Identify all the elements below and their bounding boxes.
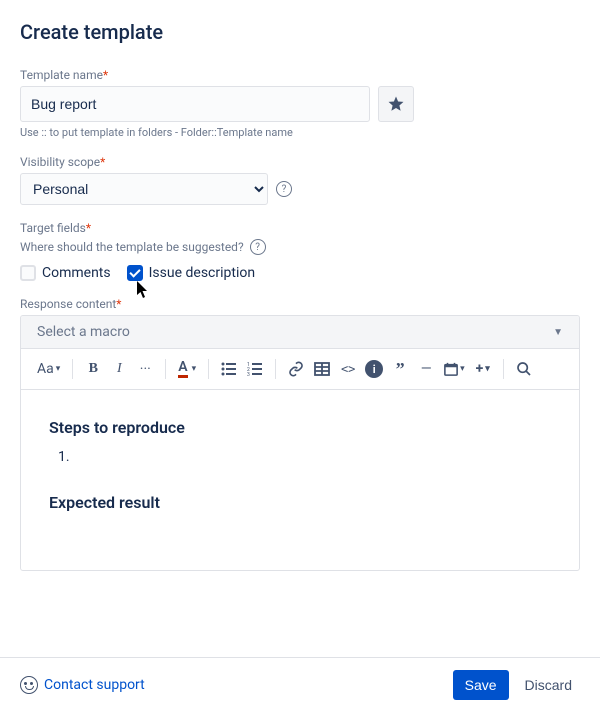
required-asterisk: *	[103, 68, 108, 82]
bullet-list-button[interactable]	[217, 355, 241, 383]
required-asterisk: *	[86, 221, 91, 235]
bold-button[interactable]: B	[81, 355, 105, 383]
link-button[interactable]	[284, 355, 308, 383]
required-asterisk: *	[100, 155, 105, 169]
response-content-group: Response content* Select a macro ▼ Aa▾ B…	[20, 297, 580, 571]
more-formatting-button[interactable]: ···	[133, 355, 157, 383]
save-button[interactable]: Save	[453, 670, 509, 700]
editor-heading: Expected result	[49, 493, 551, 512]
template-name-group: Template name* Use :: to put template in…	[20, 68, 580, 139]
macro-placeholder: Select a macro	[37, 324, 130, 340]
quote-button[interactable]: ”	[388, 355, 412, 383]
table-button[interactable]	[310, 355, 334, 383]
code-button[interactable]: <>	[336, 355, 360, 383]
editor-content[interactable]: Steps to reproduce Expected result	[21, 390, 579, 570]
template-name-hint: Use :: to put template in folders - Fold…	[20, 126, 580, 139]
date-button[interactable]: ▾	[440, 355, 469, 383]
smiley-icon	[20, 676, 38, 694]
separator	[503, 359, 504, 379]
macro-select[interactable]: Select a macro ▼	[21, 316, 579, 349]
contact-support-link[interactable]: Contact support	[20, 676, 145, 694]
target-fields-hint: Where should the template be suggested? …	[20, 239, 580, 255]
table-icon	[314, 361, 330, 377]
numbered-list-icon: 123	[247, 361, 263, 377]
text-color-button[interactable]: A▾	[174, 355, 200, 383]
label-text: Template name	[20, 68, 103, 82]
search-icon	[516, 361, 532, 377]
dialog-footer: Contact support Save Discard	[0, 657, 600, 712]
separator	[165, 359, 166, 379]
target-fields-label: Target fields*	[20, 221, 580, 235]
contact-label: Contact support	[44, 677, 145, 693]
checkbox-label: Comments	[42, 265, 111, 281]
editor-toolbar: Aa▾ B I ··· A▾ 123	[21, 349, 579, 390]
star-icon	[387, 95, 405, 113]
label-text: Target fields	[20, 221, 86, 235]
numbered-list-button[interactable]: 123	[243, 355, 267, 383]
info-panel-button[interactable]: i	[365, 360, 383, 378]
checkbox-icon	[20, 265, 36, 281]
label-text: Response content	[20, 297, 116, 311]
target-fields-group: Target fields* Where should the template…	[20, 221, 580, 281]
checkbox-comments[interactable]: Comments	[20, 265, 111, 281]
list-item	[73, 449, 551, 469]
visibility-group: Visibility scope* Personal ?	[20, 155, 580, 205]
template-name-input[interactable]	[20, 86, 370, 122]
hint-text: Where should the template be suggested?	[20, 240, 244, 254]
separator	[275, 359, 276, 379]
checkbox-label: Issue description	[149, 265, 255, 281]
chevron-down-icon: ▼	[553, 327, 563, 338]
label-text: Visibility scope	[20, 155, 100, 169]
bullet-list-icon	[221, 361, 237, 377]
editor-heading: Steps to reproduce	[49, 418, 551, 437]
visibility-select[interactable]: Personal	[20, 173, 268, 205]
template-name-label: Template name*	[20, 68, 580, 82]
help-icon[interactable]: ?	[250, 239, 266, 255]
link-icon	[288, 361, 304, 377]
checkbox-issue-description[interactable]: Issue description	[127, 265, 255, 281]
insert-more-button[interactable]: +▾	[471, 355, 495, 383]
text-style-button[interactable]: Aa▾	[33, 355, 64, 383]
visibility-label: Visibility scope*	[20, 155, 580, 169]
calendar-icon	[444, 362, 458, 376]
italic-button[interactable]: I	[107, 355, 131, 383]
response-content-label: Response content*	[20, 297, 580, 311]
editor: Select a macro ▼ Aa▾ B I ··· A▾ 123	[20, 315, 580, 571]
separator	[208, 359, 209, 379]
svg-text:3: 3	[247, 372, 250, 377]
checkbox-icon	[127, 265, 143, 281]
dialog-title: Create template	[20, 20, 580, 44]
favorite-button[interactable]	[378, 86, 414, 122]
divider-button[interactable]: —	[414, 355, 438, 383]
find-button[interactable]	[512, 355, 536, 383]
discard-button[interactable]: Discard	[517, 670, 580, 700]
required-asterisk: *	[116, 297, 121, 311]
separator	[72, 359, 73, 379]
help-icon[interactable]: ?	[276, 181, 292, 197]
